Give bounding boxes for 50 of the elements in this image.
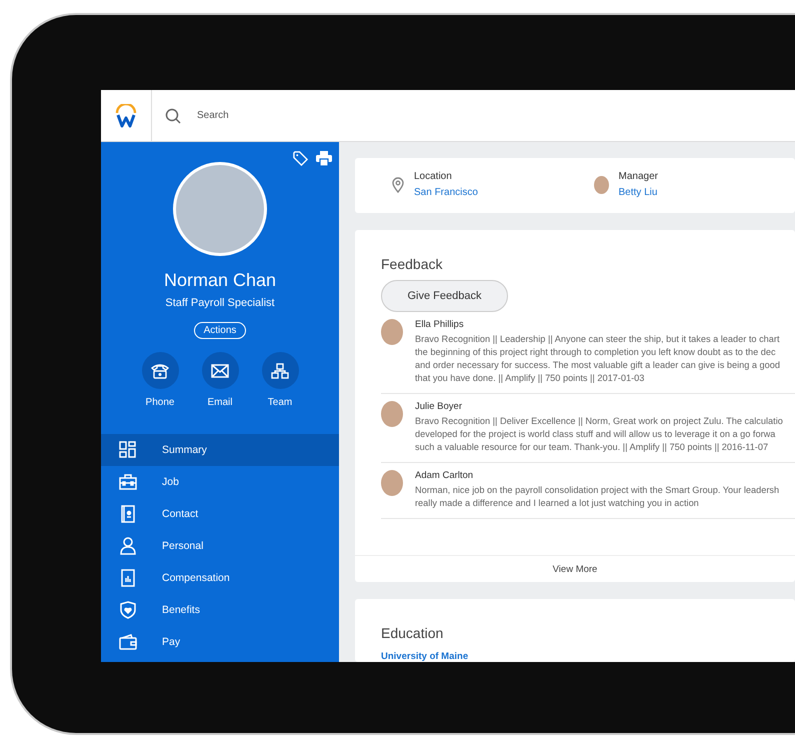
tag-icon[interactable] bbox=[293, 151, 308, 166]
avatar bbox=[381, 470, 403, 496]
actions-button[interactable]: Actions bbox=[194, 322, 246, 339]
contact-label: Phone bbox=[146, 397, 174, 408]
nav-item[interactable]: Compensation bbox=[101, 562, 339, 594]
job-title: Staff Payroll Specialist bbox=[165, 297, 275, 309]
avatar bbox=[381, 400, 403, 427]
avatar bbox=[594, 176, 608, 194]
grid-icon bbox=[119, 441, 137, 459]
author-name: Julie Boyer bbox=[415, 400, 463, 412]
location-pin-icon bbox=[392, 177, 404, 194]
author-name: Ella Phillips bbox=[415, 318, 465, 330]
avatar bbox=[381, 318, 403, 345]
contact-book-icon bbox=[119, 505, 137, 523]
school-link[interactable]: University of Maine bbox=[381, 651, 795, 662]
logo-icon bbox=[114, 104, 138, 128]
phone-icon bbox=[151, 362, 169, 378]
phone-button[interactable] bbox=[142, 352, 178, 389]
give-feedback-button[interactable]: Give Feedback bbox=[381, 280, 508, 312]
nav-item[interactable]: Benefits bbox=[101, 594, 339, 626]
search-icon bbox=[165, 108, 181, 124]
envelope-icon bbox=[211, 364, 229, 378]
section-title: Feedback bbox=[381, 256, 444, 272]
feedback-message: Bravo Recognition || Deliver Excellence || Norm, Great work on project Zulu. The calculatio developed for the project is world class stuff and will allow us to leverage it on a go forwa such a valuable resource for our team. Thank-you. || Amplify || 750 points || 2016-11-07 bbox=[415, 414, 784, 454]
field-link[interactable]: Betty Liu bbox=[618, 186, 658, 198]
shield-heart-icon bbox=[119, 601, 137, 619]
contact-label: Email bbox=[207, 397, 232, 408]
feedback-message: Bravo Recognition || Leadership || Anyone can steer the ship, but it takes a leader to chart the beginning of this project right through to completion you left know doubt as to the dec and order necessary for success. The most valuable gift a leader can give is being a good that you have done. || Amplify || 750 points || 2017-01-03 bbox=[415, 332, 781, 385]
field-label: Location bbox=[414, 170, 453, 182]
nav-item[interactable]: Personal bbox=[101, 530, 339, 562]
field-label: Manager bbox=[618, 170, 658, 182]
team-button[interactable] bbox=[262, 352, 298, 389]
section-title: Education bbox=[381, 625, 444, 641]
nav-item[interactable]: Pay bbox=[101, 626, 339, 658]
contact-label: Team bbox=[268, 397, 292, 408]
nav-item[interactable]: Job bbox=[101, 466, 339, 498]
bar-chart-icon bbox=[119, 569, 137, 587]
employee-name: Norman Chan bbox=[164, 270, 276, 291]
nav-item[interactable]: Summary bbox=[101, 434, 339, 466]
field-link[interactable]: San Francisco bbox=[414, 186, 478, 198]
wallet-icon bbox=[119, 633, 137, 651]
org-chart-icon bbox=[271, 362, 289, 378]
view-more-link[interactable]: View More bbox=[355, 555, 795, 582]
author-name: Adam Carlton bbox=[415, 470, 474, 481]
email-button[interactable] bbox=[202, 352, 238, 389]
nav-item[interactable]: Contact bbox=[101, 498, 339, 530]
print-icon[interactable] bbox=[316, 151, 332, 166]
briefcase-icon bbox=[119, 473, 137, 491]
person-icon bbox=[119, 537, 137, 555]
feedback-message: Norman, nice job on the payroll consolidation project with the Smart Group. Your leadersh really made a difference and I learned a lot just watching you in action bbox=[415, 484, 780, 510]
